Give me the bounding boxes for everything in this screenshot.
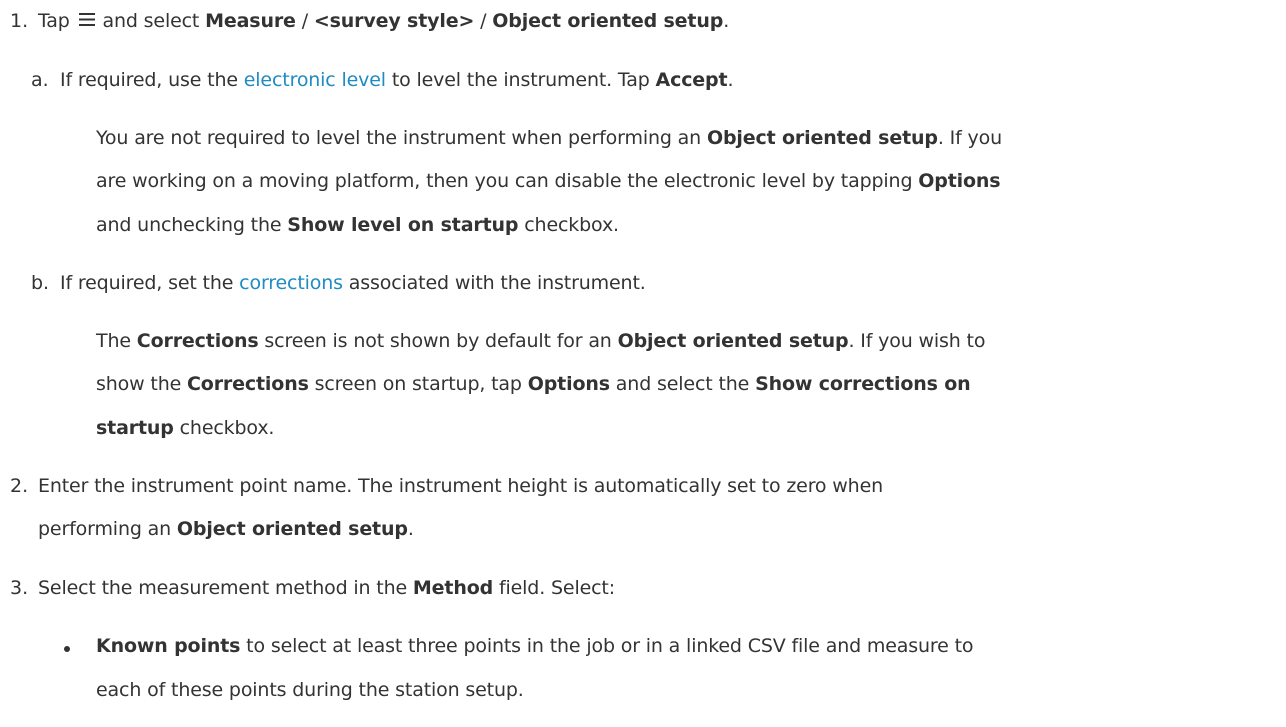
known-points-label: Known points — [96, 635, 241, 657]
note-text: . If you wish to — [848, 330, 986, 352]
step-2-line-1: Enter the instrument point name. The ins… — [38, 475, 884, 497]
menu-object-oriented-setup: Object oriented setup — [492, 10, 724, 32]
electronic-level-link[interactable]: electronic level — [244, 69, 386, 91]
path-separator: / — [295, 10, 314, 32]
step-2-text: performing an — [38, 518, 177, 540]
step-1b-pre: If required, set the — [60, 272, 240, 294]
path-separator: / — [474, 10, 493, 32]
bullet-text: to select at least three points in the j… — [240, 635, 974, 657]
step-3-text: Select the measurement method in the Met… — [38, 577, 615, 599]
method-field-label: Method — [412, 577, 494, 599]
step-1-text: Tap and select Measure / <survey style> … — [38, 10, 729, 32]
step-2-line-2: performing an Object oriented setup. — [38, 518, 414, 540]
step-2-number: 2. — [10, 475, 29, 497]
note-bold: Object oriented setup — [617, 330, 849, 352]
step-1-number: 1. — [10, 10, 29, 32]
step-1-pre: Tap — [38, 10, 76, 32]
note-text: are working on a moving platform, then y… — [96, 170, 919, 192]
step-1-end: . — [723, 10, 730, 32]
note-bold: Show corrections on — [755, 373, 971, 395]
menu-survey-style: <survey style> — [313, 10, 475, 32]
corrections-link[interactable]: corrections — [239, 272, 343, 294]
hamburger-menu-icon — [78, 13, 95, 26]
note-bold: Corrections — [187, 373, 309, 395]
step-1a-note-line-2: are working on a moving platform, then y… — [96, 170, 1001, 192]
note-bold: Corrections — [136, 330, 259, 352]
step-1a-end: . — [727, 69, 734, 91]
note-text: checkbox. — [173, 417, 275, 439]
note-text: The — [96, 330, 137, 352]
step-1b-post: associated with the instrument. — [342, 272, 646, 294]
note-bold: Object oriented setup — [706, 127, 938, 149]
step-2-text: . — [407, 518, 414, 540]
accept-label: Accept — [655, 69, 728, 91]
note-text: show the — [96, 373, 188, 395]
step-1a-pre: If required, use the — [60, 69, 244, 91]
menu-measure: Measure — [205, 10, 296, 32]
step-1-mid: and select — [96, 10, 206, 32]
step-1a-note-line-1: You are not required to level the instru… — [96, 127, 1002, 149]
note-text: . If you — [937, 127, 1002, 149]
bullet-1-line-1: Known points to select at least three po… — [96, 635, 974, 657]
step-3-post: field. Select: — [493, 577, 615, 599]
step-1b-note-line-1: The Corrections screen is not shown by d… — [96, 330, 985, 352]
note-bold: startup — [96, 417, 174, 439]
step-1b-note-line-2: show the Corrections screen on startup, … — [96, 373, 971, 395]
step-1a-post: to level the instrument. Tap — [385, 69, 656, 91]
step-1b-note-line-3: startup checkbox. — [96, 417, 274, 439]
step-1b-letter: b. — [31, 272, 50, 294]
note-text: screen is not shown by default for an — [258, 330, 618, 352]
step-1a-text: If required, use the electronic level to… — [60, 69, 733, 91]
step-3-pre: Select the measurement method in the — [38, 577, 413, 599]
note-text: and unchecking the — [96, 214, 288, 236]
bullet-icon — [64, 646, 70, 652]
step-2-bold: Object oriented setup — [176, 518, 408, 540]
note-bold: Show level on startup — [287, 214, 519, 236]
bullet-1-line-2: each of these points during the station … — [96, 679, 524, 701]
note-text: You are not required to level the instru… — [96, 127, 707, 149]
note-text: and select the — [609, 373, 756, 395]
step-1a-letter: a. — [31, 69, 49, 91]
step-1b-text: If required, set the corrections associa… — [60, 272, 646, 294]
note-text: checkbox. — [518, 214, 619, 236]
step-3-number: 3. — [10, 577, 29, 599]
note-text: screen on startup, tap — [308, 373, 528, 395]
note-bold: Options — [918, 170, 1001, 192]
note-bold: Options — [527, 373, 610, 395]
step-1a-note-line-3: and unchecking the Show level on startup… — [96, 214, 619, 236]
